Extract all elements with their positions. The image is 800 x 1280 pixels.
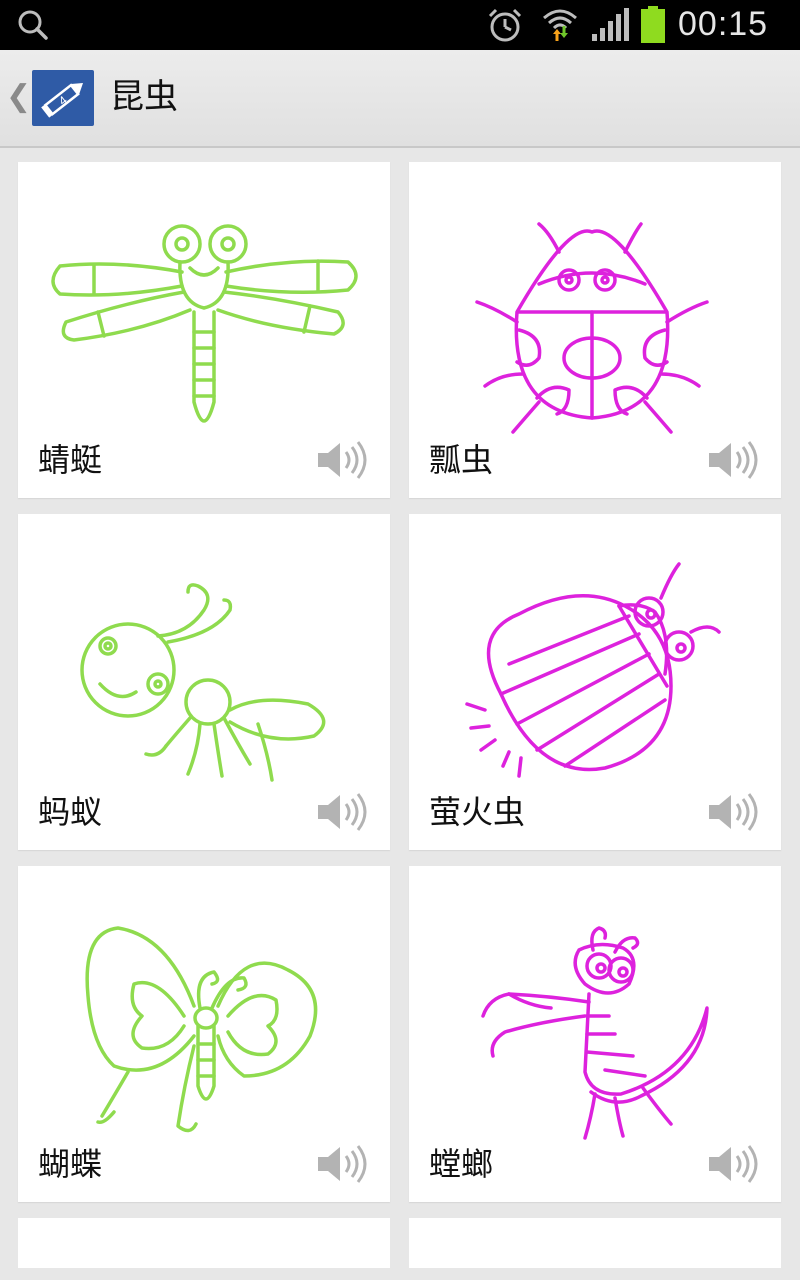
insect-card-partial[interactable] <box>409 1218 781 1268</box>
insect-card-mantis[interactable]: 螳螂 <box>409 866 781 1202</box>
alarm-icon <box>486 6 524 48</box>
back-chevron-icon[interactable]: ❮ <box>6 82 31 112</box>
insect-card-ant[interactable]: 蚂蚁 <box>18 514 390 850</box>
firefly-drawing <box>409 514 781 804</box>
search-icon[interactable] <box>16 8 52 46</box>
insect-card-firefly[interactable]: 萤火虫 <box>409 514 781 850</box>
signal-icon <box>590 8 630 46</box>
wifi-icon <box>540 6 580 48</box>
pencil-app-icon[interactable]: 4 <box>32 70 94 126</box>
ladybug-drawing <box>409 162 781 452</box>
page-title: 昆虫 <box>110 77 178 117</box>
insect-name: 蜻蜓 <box>38 441 103 479</box>
status-time: 00:15 <box>678 5 769 43</box>
ant-drawing <box>18 514 390 804</box>
butterfly-drawing <box>18 866 390 1156</box>
insect-card-dragonfly[interactable]: 蜻蜓 <box>18 162 390 498</box>
insect-card-ladybug[interactable]: 瓢虫 <box>409 162 781 498</box>
speaker-icon[interactable] <box>707 440 763 480</box>
mantis-drawing <box>409 866 781 1156</box>
battery-icon <box>640 6 666 48</box>
dragonfly-drawing <box>18 162 390 452</box>
speaker-icon[interactable] <box>316 1144 372 1184</box>
status-bar: 00:15 <box>0 0 800 50</box>
speaker-icon[interactable] <box>707 792 763 832</box>
speaker-icon[interactable] <box>316 792 372 832</box>
insect-name: 萤火虫 <box>429 793 526 831</box>
insect-card-partial[interactable] <box>18 1218 390 1268</box>
insect-name: 螳螂 <box>429 1145 494 1183</box>
insect-card-butterfly[interactable]: 蝴蝶 <box>18 866 390 1202</box>
insect-name: 瓢虫 <box>429 441 494 479</box>
speaker-icon[interactable] <box>707 1144 763 1184</box>
speaker-icon[interactable] <box>316 440 372 480</box>
insect-name: 蝴蝶 <box>38 1145 103 1183</box>
insect-name: 蚂蚁 <box>38 793 103 831</box>
action-bar: ❮ 4 昆虫 <box>0 50 800 148</box>
